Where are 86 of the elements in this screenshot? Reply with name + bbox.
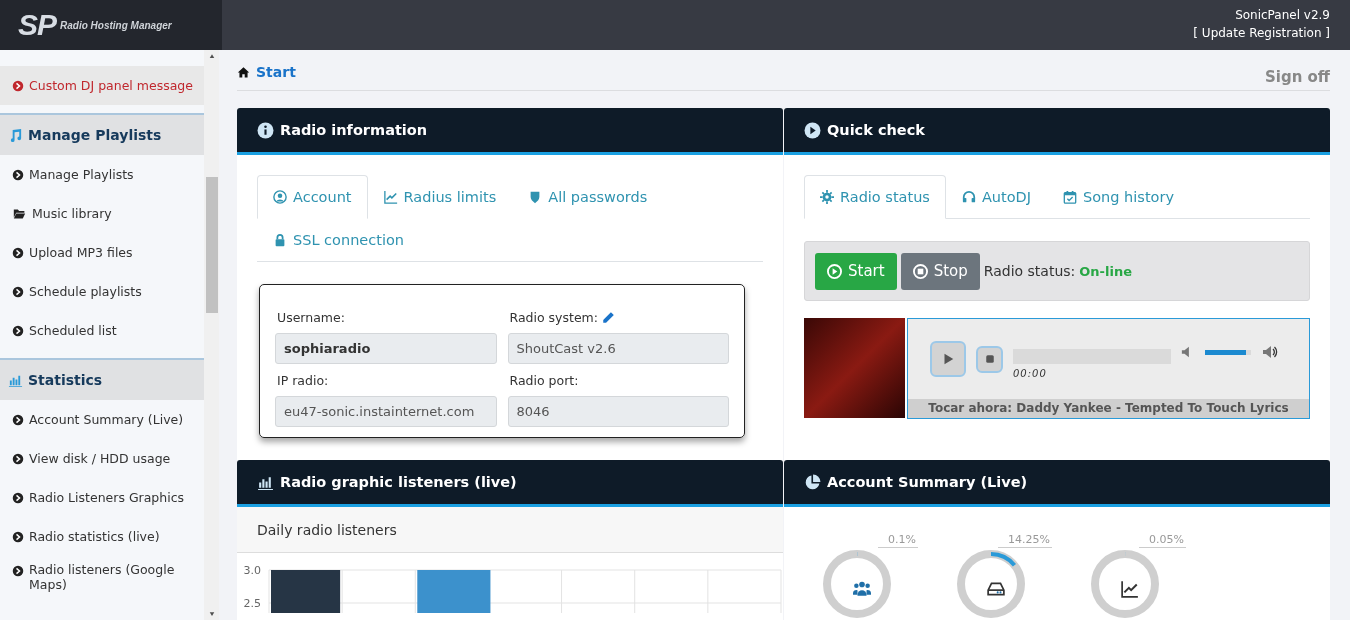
chevron-circle-icon — [12, 491, 24, 504]
tab[interactable]: Account — [257, 175, 368, 219]
panel-title: Radio graphic listeners (live) — [280, 474, 517, 490]
panel-title: Account Summary (Live) — [827, 474, 1028, 490]
stop-button[interactable] — [976, 345, 1003, 373]
gear-icon — [820, 190, 834, 204]
stop-button[interactable]: Stop — [900, 252, 980, 290]
input-field[interactable]: sophiaradio — [275, 333, 497, 364]
now-playing-text: Tocar ahora: Daddy Yankee - Tempted To Touch Lyrics — [908, 399, 1309, 418]
play-circle-icon — [827, 263, 842, 279]
play-circle-icon — [804, 121, 821, 139]
gauge-reading: 14.25% — [998, 533, 1052, 548]
tab[interactable]: Radio status — [804, 175, 946, 219]
sidebar-item[interactable]: Music library — [0, 194, 205, 233]
input-field[interactable]: eu47-sonic.instainternet.com — [275, 396, 497, 427]
status-value: On-line — [1079, 263, 1132, 279]
pencil-icon — [602, 310, 615, 324]
sidebar-item[interactable]: Custom DJ panel message — [0, 66, 205, 105]
headphones-icon — [961, 190, 976, 204]
music-note-icon — [8, 127, 23, 143]
volume-icon — [1261, 344, 1279, 360]
sidebar-section-header[interactable]: Statistics — [0, 358, 205, 400]
tab[interactable]: AutoDJ — [945, 175, 1048, 219]
chevron-circle-icon — [12, 565, 24, 577]
sidebar-item[interactable]: View disk / HDD usage — [0, 439, 205, 478]
panel-title: Radio information — [280, 122, 428, 138]
scroll-up-arrow-icon — [207, 53, 216, 59]
play-button[interactable] — [930, 341, 966, 377]
tab[interactable]: Radius limits — [367, 175, 513, 219]
chevron-circle-icon — [12, 79, 24, 92]
logo-tagline: Radio Hosting Manager — [60, 19, 172, 31]
field-label: Username: — [277, 309, 345, 325]
bar — [271, 570, 341, 613]
user-circle-icon — [273, 190, 287, 204]
tab[interactable]: SSL connection — [257, 218, 420, 262]
gauge-reading: 0.05% — [1139, 533, 1186, 548]
chevron-circle-icon — [12, 168, 24, 181]
stop-circle-icon — [912, 263, 928, 279]
sidebar-item[interactable]: Schedule playlists — [0, 272, 205, 311]
chevron-circle-icon — [12, 413, 24, 426]
info-icon — [257, 121, 274, 139]
breadcrumb-link[interactable]: Start — [237, 64, 296, 80]
users-icon — [853, 580, 871, 598]
input-field[interactable]: ShoutCast v2.6 — [507, 333, 729, 364]
chevron-circle-icon — [12, 324, 24, 337]
time-label: 00:00 — [1013, 368, 1048, 379]
y-tick-label: 2.5 — [243, 597, 261, 610]
field-label: Radio system: — [509, 309, 598, 325]
calendar-check-icon — [1063, 190, 1078, 204]
sidebar-item[interactable]: Radio statistics (live) — [0, 517, 205, 556]
chart-subtitle: Daily radio listeners — [237, 507, 783, 553]
tab[interactable]: Song history — [1047, 175, 1190, 219]
sidebar-item[interactable]: Manage Playlists — [0, 155, 205, 194]
chevron-circle-icon — [12, 246, 24, 259]
gauge-ring — [823, 550, 891, 618]
pie-chart-icon — [804, 473, 821, 491]
lock-icon — [273, 233, 287, 247]
field-label: Radio port: — [509, 372, 579, 388]
chevron-circle-icon — [12, 285, 24, 298]
sidebar-item[interactable]: Upload MP3 files — [0, 233, 205, 272]
logo-mark: SP — [18, 8, 57, 42]
sidebar-item[interactable]: Radio Listeners Graphics — [0, 478, 205, 517]
tab[interactable]: All passwords — [512, 175, 664, 219]
status-label: Radio status: — [983, 263, 1076, 279]
home-icon — [237, 65, 250, 79]
hard-drive-icon — [987, 580, 1005, 598]
y-tick-label: 3.0 — [243, 564, 261, 577]
chevron-circle-icon — [12, 530, 24, 543]
input-field[interactable]: 8046 — [507, 396, 729, 427]
stop-icon — [983, 353, 996, 365]
field-label: IP radio: — [277, 372, 329, 388]
chevron-circle-icon — [12, 452, 24, 465]
update-registration-link[interactable]: [ Update Registration ] — [1193, 26, 1330, 40]
sidebar-item[interactable]: Scheduled list — [0, 311, 205, 350]
line-chart-icon — [383, 190, 398, 204]
version-label: SonicPanel v2.9 — [1235, 8, 1330, 22]
sidebar-section-header[interactable]: Manage Playlists — [0, 113, 205, 155]
panel-title: Quick check — [827, 122, 925, 138]
scroll-down-arrow-icon — [207, 611, 216, 617]
gauge-reading: 0.1% — [878, 533, 918, 548]
folder-icon — [12, 207, 27, 220]
sidebar-item[interactable]: Radio listeners (Google Maps) — [0, 556, 205, 606]
scrollbar[interactable] — [204, 50, 219, 620]
line-chart-icon — [1121, 580, 1139, 598]
scrollbar-thumb[interactable] — [205, 177, 218, 313]
sidebar-item[interactable]: Account Summary (Live) — [0, 400, 205, 439]
